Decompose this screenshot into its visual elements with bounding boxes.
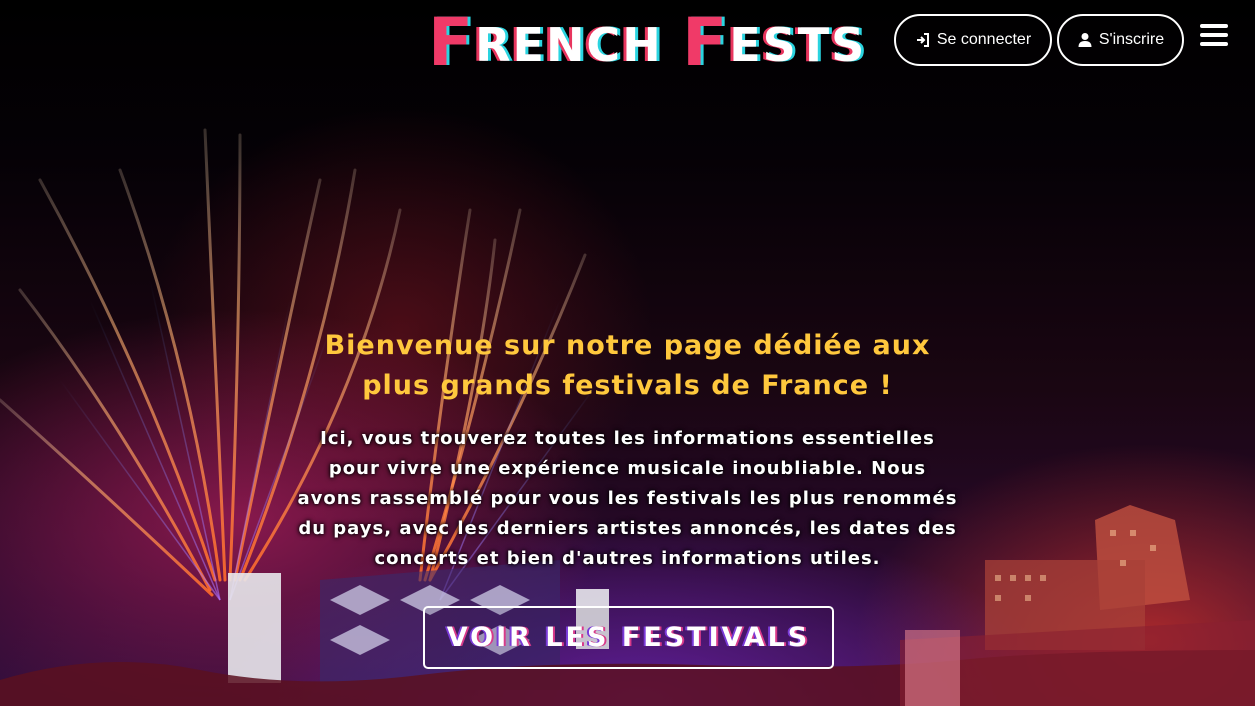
hero-title-line: plus grands festivals de France ! <box>362 370 893 401</box>
hero-text-line: pour vivre une expérience musicale inoub… <box>328 458 927 479</box>
user-icon <box>1078 33 1092 47</box>
menu-bar <box>1200 42 1228 46</box>
see-festivals-button[interactable]: VOIR LES FESTIVALS <box>423 606 834 669</box>
login-button[interactable]: Se connecter <box>894 14 1052 66</box>
hamburger-menu-icon[interactable] <box>1200 24 1230 54</box>
header: FRENCH FESTS Se connecter S'inscrire <box>0 0 1255 81</box>
page: FRENCH FESTS Se connecter S'inscrire Bie… <box>0 0 1255 706</box>
hero-text-line: concerts et bien d'autres informations u… <box>374 548 881 569</box>
login-label: Se connecter <box>936 31 1032 48</box>
hero-title: Bienvenue sur notre page dédiée aux plus… <box>250 326 1005 406</box>
logo-letter: F <box>428 4 476 81</box>
hero-text-line: du pays, avec les derniers artistes anno… <box>298 518 957 539</box>
signup-label: S'inscrire <box>1098 31 1165 48</box>
login-icon <box>916 33 929 47</box>
hero-text-line: avons rassemblé pour vous les festivals … <box>297 488 958 509</box>
menu-bar <box>1200 24 1228 28</box>
logo-word: ESTS <box>729 18 867 72</box>
menu-bar <box>1200 33 1228 37</box>
logo-word: RENCH <box>475 18 663 72</box>
french-fests-logo[interactable]: FRENCH FESTS <box>428 4 866 81</box>
hero-title-line: Bienvenue sur notre page dédiée aux <box>324 330 931 361</box>
logo-letter: F <box>682 4 730 81</box>
hero-text-line: Ici, vous trouverez toutes les informati… <box>320 428 935 449</box>
hero-description: Ici, vous trouverez toutes les informati… <box>270 424 985 574</box>
signup-button[interactable]: S'inscrire <box>1057 14 1184 66</box>
